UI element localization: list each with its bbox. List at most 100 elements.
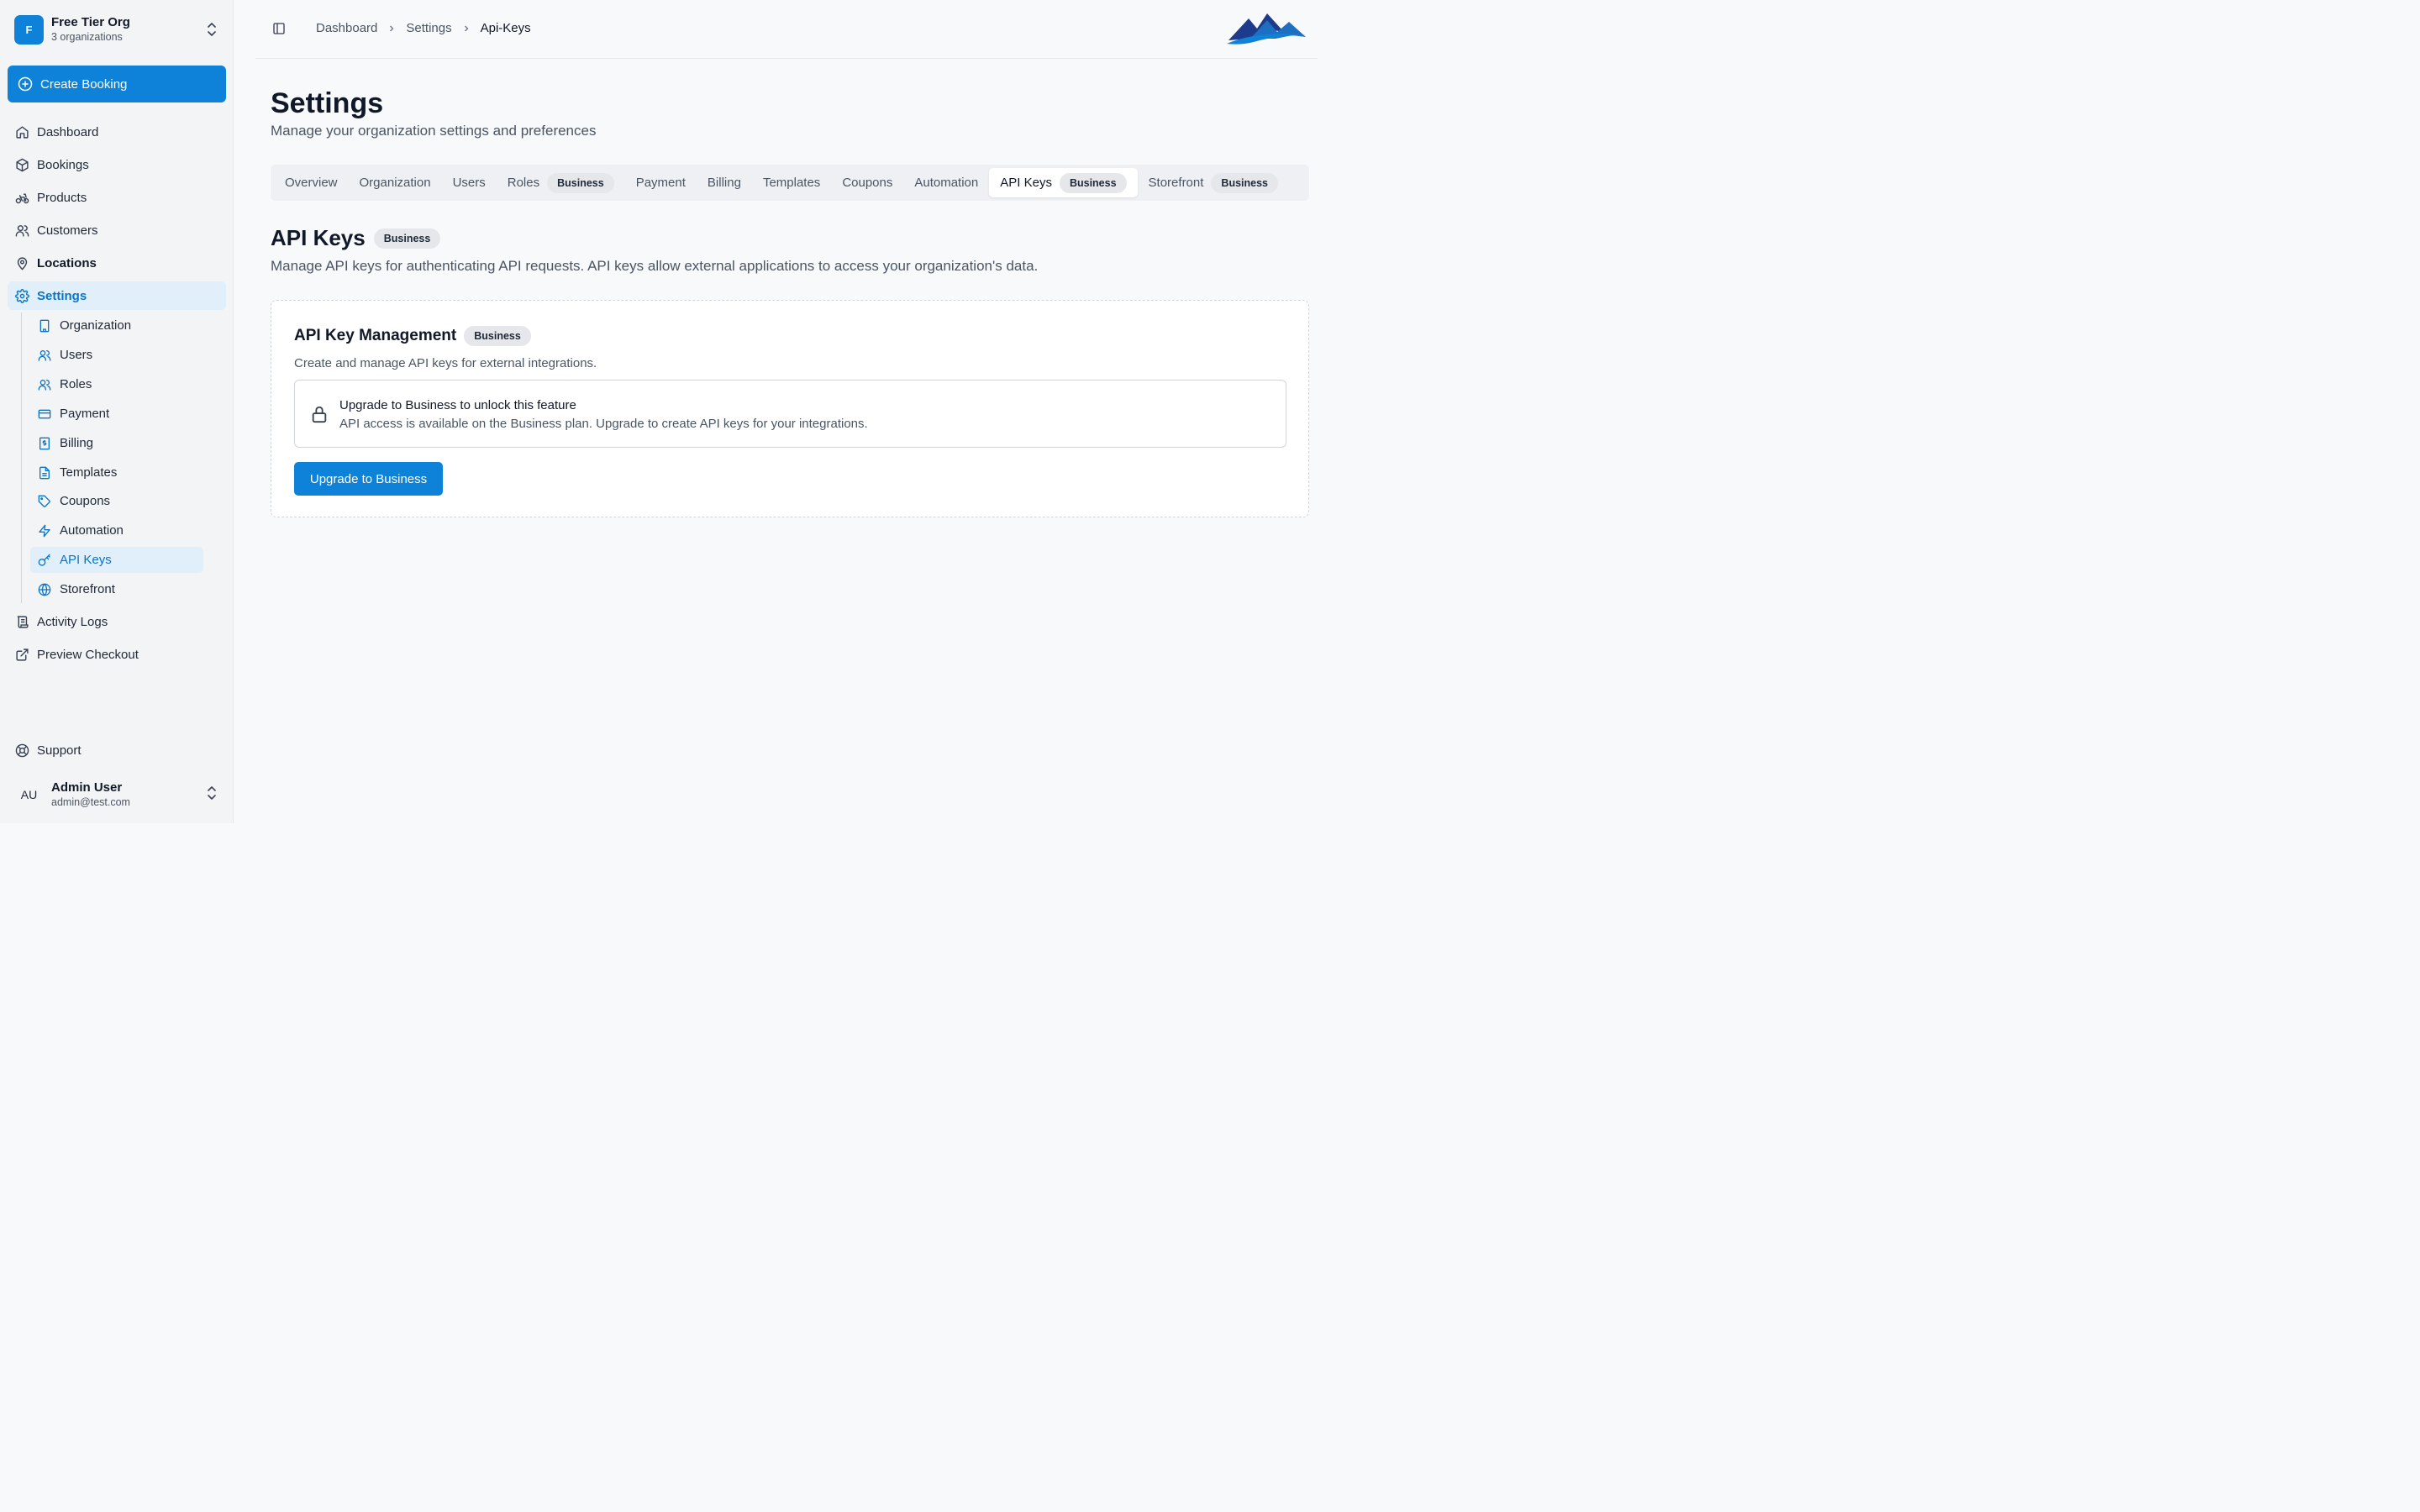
tab-label: Roles (507, 176, 540, 190)
section-header: API Keys Business (271, 225, 441, 251)
org-name: Free Tier Org (51, 15, 130, 29)
sidebar-subitem-label: Storefront (60, 582, 115, 596)
user-menu[interactable]: AU Admin User admin@test.com (14, 777, 224, 812)
sidebar-subitem-label: Payment (60, 407, 110, 421)
tab-api-keys[interactable]: API Keys Business (989, 168, 1138, 197)
users-icon (38, 349, 51, 361)
upgrade-alert: Upgrade to Business to unlock this featu… (294, 380, 1286, 448)
chevron-right-icon (390, 25, 394, 31)
sidebar-toggle-icon[interactable] (272, 22, 286, 35)
map-pin-icon (17, 256, 28, 270)
receipt-icon (39, 437, 50, 449)
tab-users[interactable]: Users (442, 168, 497, 197)
sidebar-item-locations[interactable]: Locations (8, 249, 226, 277)
sidebar-subitem-automation[interactable]: Automation (30, 517, 203, 543)
sidebar-subitem-api-keys[interactable]: API Keys (30, 547, 203, 573)
tag-icon (38, 495, 50, 507)
sidebar-subitem-label: Organization (60, 318, 132, 333)
tab-label: Storefront (1148, 176, 1204, 190)
sidebar-subitem-billing[interactable]: Billing (30, 430, 203, 456)
gear-icon (15, 288, 29, 303)
file-icon (39, 466, 50, 479)
sidebar-item-customers[interactable]: Customers (8, 216, 226, 244)
globe-icon (38, 583, 51, 596)
tab-automation[interactable]: Automation (903, 168, 989, 197)
org-subtitle: 3 organizations (51, 31, 123, 43)
tab-coupons[interactable]: Coupons (831, 168, 903, 197)
chevron-right-icon (464, 25, 468, 31)
settings-tabs: Overview Organization Users Roles Busines… (271, 165, 1309, 201)
sidebar-subitem-label: Templates (60, 465, 118, 480)
mountain-logo-icon (1227, 13, 1306, 45)
breadcrumb: Dashboard Settings Api-Keys (316, 21, 531, 35)
sidebar-item-preview-checkout[interactable]: Preview Checkout (8, 640, 226, 669)
sidebar-item-activity-logs[interactable]: Activity Logs (8, 607, 226, 636)
tab-label: Billing (707, 176, 741, 190)
sidebar-item-label: Locations (37, 255, 97, 270)
sidebar-item-label: Preview Checkout (37, 647, 139, 662)
sidebar-subitem-users[interactable]: Users (30, 342, 203, 368)
section-title: API Keys (271, 225, 366, 250)
box-icon (16, 158, 29, 171)
sidebar-item-bookings[interactable]: Bookings (8, 150, 226, 179)
create-booking-button[interactable]: Create Booking (8, 66, 226, 102)
tab-label: Overview (285, 176, 338, 190)
business-badge: Business (1211, 172, 1279, 193)
section-description: Manage API keys for authenticating API r… (271, 258, 1039, 274)
tab-roles[interactable]: Roles Business (497, 168, 625, 197)
chevrons-up-down-icon (208, 786, 216, 800)
sidebar-subitem-payment[interactable]: Payment (30, 401, 203, 427)
breadcrumb-current: Api-Keys (480, 21, 531, 35)
sidebar-item-label: Support (37, 743, 82, 758)
tab-label: Organization (359, 176, 431, 190)
create-booking-label: Create Booking (40, 76, 128, 92)
business-badge: Business (464, 326, 531, 346)
top-bar: Dashboard Settings Api-Keys (255, 0, 1318, 59)
main-content: Dashboard Settings Api-Keys Settings Man… (234, 0, 1318, 823)
breadcrumb-dashboard[interactable]: Dashboard (316, 21, 377, 35)
chevrons-up-down-icon (208, 23, 216, 36)
card-header: API Key Management Business (294, 326, 531, 346)
sidebar-subitem-templates[interactable]: Templates (30, 459, 203, 486)
sidebar-item-products[interactable]: Products (8, 183, 226, 212)
sidebar-subitem-label: Billing (60, 436, 94, 450)
lock-icon (312, 406, 327, 423)
tab-organization[interactable]: Organization (349, 168, 442, 197)
sidebar-subitem-label: Automation (60, 523, 124, 538)
key-icon (38, 554, 50, 566)
sidebar-item-dashboard[interactable]: Dashboard (8, 118, 226, 146)
sidebar-item-label: Settings (37, 288, 87, 303)
external-link-icon (16, 648, 29, 661)
org-switcher[interactable]: F Free Tier Org 3 organizations (14, 13, 224, 45)
tab-templates[interactable]: Templates (752, 168, 831, 197)
sidebar-subitem-label: Roles (60, 377, 92, 391)
sidebar-item-settings[interactable]: Settings (8, 281, 226, 310)
api-key-management-card: API Key Management Business Create and m… (271, 300, 1309, 517)
tab-label: Automation (914, 176, 979, 190)
life-buoy-icon (15, 743, 29, 757)
page-subtitle: Manage your organization settings and pr… (271, 123, 597, 139)
sidebar-item-support[interactable]: Support (8, 736, 226, 764)
upgrade-to-business-button[interactable]: Upgrade to Business (294, 462, 443, 496)
sidebar-subitem-roles[interactable]: Roles (30, 371, 203, 397)
card-description: Create and manage API keys for external … (294, 356, 597, 370)
sidebar-subitem-organization[interactable]: Organization (30, 312, 203, 339)
submenu-divider (21, 312, 22, 603)
bike-icon (15, 193, 29, 203)
tab-payment[interactable]: Payment (625, 168, 697, 197)
alert-title: Upgrade to Business to unlock this featu… (339, 398, 576, 412)
tab-storefront[interactable]: Storefront Business (1138, 168, 1289, 197)
tab-billing[interactable]: Billing (697, 168, 752, 197)
sidebar-subitem-label: Coupons (60, 494, 111, 508)
sidebar-subitem-storefront[interactable]: Storefront (30, 576, 203, 602)
users-icon (15, 224, 29, 237)
user-name: Admin User (51, 780, 123, 795)
tab-label: Templates (762, 176, 821, 190)
business-badge: Business (547, 172, 614, 193)
sidebar-subitem-coupons[interactable]: Coupons (30, 488, 203, 514)
tab-label: Coupons (842, 176, 893, 190)
breadcrumb-settings[interactable]: Settings (406, 21, 451, 35)
sidebar-item-label: Products (37, 190, 87, 205)
tab-overview[interactable]: Overview (274, 168, 349, 197)
scroll-icon (17, 615, 29, 628)
